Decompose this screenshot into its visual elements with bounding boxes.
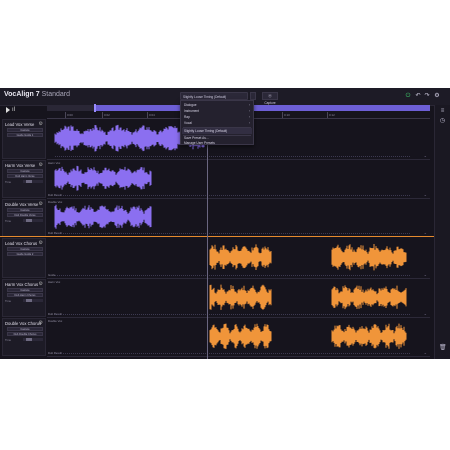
- undo-icon[interactable]: ↶: [415, 93, 421, 99]
- mode-select[interactable]: Capture: [7, 247, 43, 251]
- gear-icon[interactable]: ⚙: [39, 320, 43, 326]
- mode-select[interactable]: Capture: [7, 128, 43, 132]
- capture-button[interactable]: ⦿ Capture: [262, 92, 278, 105]
- menu-icon[interactable]: ≡: [439, 108, 446, 115]
- chevron-down-icon[interactable]: ⌄: [424, 272, 427, 277]
- role-select[interactable]: Guide Guide 2: [7, 252, 43, 256]
- time-label: Time: [5, 299, 12, 303]
- menu-item-vocal[interactable]: Vocal: [184, 121, 192, 125]
- gear-icon[interactable]: ⚙: [39, 281, 43, 287]
- waveform-clip[interactable]: [47, 238, 430, 278]
- time-slider[interactable]: [23, 338, 43, 341]
- gear-icon[interactable]: ⚙: [39, 121, 43, 127]
- track-header-lead-vox-verse[interactable]: Lead Vox Verse ⚙ Capture Guide Guide 1: [2, 119, 46, 159]
- time-slider[interactable]: [23, 180, 43, 183]
- clock-icon[interactable]: ◷: [439, 118, 446, 125]
- right-rail: ≡ ◷ 🗑: [434, 105, 450, 359]
- ruler-tick: 0:10: [282, 112, 290, 118]
- menu-item-save-preset[interactable]: Save Preset As…: [184, 136, 209, 140]
- preset-menu: Dialogue › Instrument › Rap › Vocal › Slight…: [180, 100, 254, 145]
- gear-icon[interactable]: ⚙: [39, 201, 43, 207]
- overview-selection[interactable]: [95, 105, 430, 111]
- track-header-harm-vox-verse[interactable]: Harm Vox Verse ⚙ Capture Dub Harm Verse …: [2, 160, 46, 198]
- role-select[interactable]: Dub Harm Verse: [7, 174, 43, 178]
- trash-icon[interactable]: 🗑: [439, 345, 447, 352]
- settings-icon[interactable]: ⚙: [434, 93, 440, 99]
- time-label: Time: [5, 219, 12, 223]
- lane-label: Double Vox: [48, 200, 63, 204]
- overview-handle[interactable]: [94, 104, 96, 112]
- mode-select[interactable]: Capture: [7, 169, 43, 173]
- chevron-down-icon[interactable]: ⌄: [424, 350, 427, 355]
- menu-item-default-preset[interactable]: Slightly Loose Timing (Default): [184, 129, 227, 133]
- track-name: Double Vox Chorus: [5, 321, 42, 326]
- waveform-clip[interactable]: [47, 199, 430, 236]
- menu-item-rap[interactable]: Rap: [184, 115, 190, 119]
- section-divider: [0, 236, 450, 237]
- chevron-down-icon[interactable]: ⌄: [424, 153, 427, 158]
- role-select[interactable]: Dub Double Chorus: [7, 332, 43, 336]
- time-slider[interactable]: [23, 299, 43, 302]
- time-slider[interactable]: [23, 219, 43, 222]
- waveform-icon[interactable]: ıl: [12, 107, 15, 113]
- track-name: Harm Vox Verse: [5, 163, 36, 168]
- power-icon[interactable]: ⏻: [405, 93, 411, 99]
- mode-select[interactable]: Capture: [7, 327, 43, 331]
- preset-select[interactable]: Slightly Loose Timing (Default): [180, 92, 248, 100]
- role-select[interactable]: Dub Double Verse: [7, 213, 43, 217]
- menu-item-instrument[interactable]: Instrument: [184, 109, 199, 113]
- track-sidebar: Lead Vox Verse ⚙ Capture Guide Guide 1 H…: [2, 119, 46, 357]
- track-header-harm-vox-chorus[interactable]: Harm Vox Chorus ⚙ Capture Dub Harm Choru…: [2, 279, 46, 317]
- track-header-double-vox-chorus[interactable]: Double Vox Chorus ⚙ Capture Dub Double C…: [2, 318, 46, 356]
- track-header-double-vox-verse[interactable]: Double Vox Verse ⚙ Capture Dub Double Ve…: [2, 199, 46, 237]
- waveform-lane[interactable]: Harm Vox Dub Result ⌄: [47, 279, 430, 318]
- chevron-down-icon[interactable]: ⌄: [424, 311, 427, 316]
- waveform-lane[interactable]: Double Vox Dub Result ⌄: [47, 199, 430, 237]
- chevron-down-icon[interactable]: ⌄: [424, 192, 427, 197]
- waveform-clip[interactable]: [47, 318, 430, 356]
- lane-label: Harm Vox: [48, 161, 61, 165]
- chevron-down-icon[interactable]: ⌄: [424, 230, 427, 235]
- menu-item-dialogue[interactable]: Dialogue: [184, 103, 197, 107]
- role-select[interactable]: Guide Guide 1: [7, 133, 43, 137]
- track-name: Harm Vox Chorus: [5, 282, 39, 287]
- time-label: Time: [5, 180, 12, 184]
- track-name: Lead Vox Chorus: [5, 241, 38, 246]
- ruler-tick: 0:00: [65, 112, 73, 118]
- waveform-lane[interactable]: Double Vox Dub Result ⌄: [47, 318, 430, 357]
- gear-icon[interactable]: ⚙: [39, 162, 43, 168]
- mode-select[interactable]: Capture: [7, 208, 43, 212]
- menu-item-manage-presets[interactable]: Manage User Presets: [184, 141, 215, 145]
- track-header-lead-vox-chorus[interactable]: Lead Vox Chorus ⚙ Capture Guide Guide 2: [2, 238, 46, 278]
- lane-label: Harm Vox: [48, 280, 61, 284]
- waveform-lane[interactable]: Harm Vox Dub Result ⌄: [47, 160, 430, 199]
- mode-select[interactable]: Capture: [7, 288, 43, 292]
- waveform-lane[interactable]: Guide ⌄: [47, 238, 430, 279]
- waveform-clip[interactable]: [47, 279, 430, 317]
- gear-icon[interactable]: ⚙: [39, 240, 43, 246]
- app-logo: VocAlign 7 Standard: [4, 91, 71, 98]
- lane-label: Double Vox: [48, 319, 63, 323]
- waveform-clip[interactable]: [47, 160, 430, 198]
- preset-save-icon[interactable]: [250, 92, 256, 100]
- ruler-tick: 0:12: [327, 112, 335, 118]
- role-select[interactable]: Dub Harm Chorus: [7, 293, 43, 297]
- time-label: Time: [5, 338, 12, 342]
- track-name: Double Vox Verse: [5, 202, 39, 207]
- vocalign-window: VocAlign 7 Standard Slightly Loose Timin…: [0, 88, 450, 359]
- track-name: Lead Vox Verse: [5, 122, 35, 127]
- ruler-tick: 0:02: [102, 112, 110, 118]
- play-icon[interactable]: [6, 107, 10, 113]
- redo-icon[interactable]: ↷: [424, 93, 430, 99]
- ruler-tick: 0:04: [147, 112, 155, 118]
